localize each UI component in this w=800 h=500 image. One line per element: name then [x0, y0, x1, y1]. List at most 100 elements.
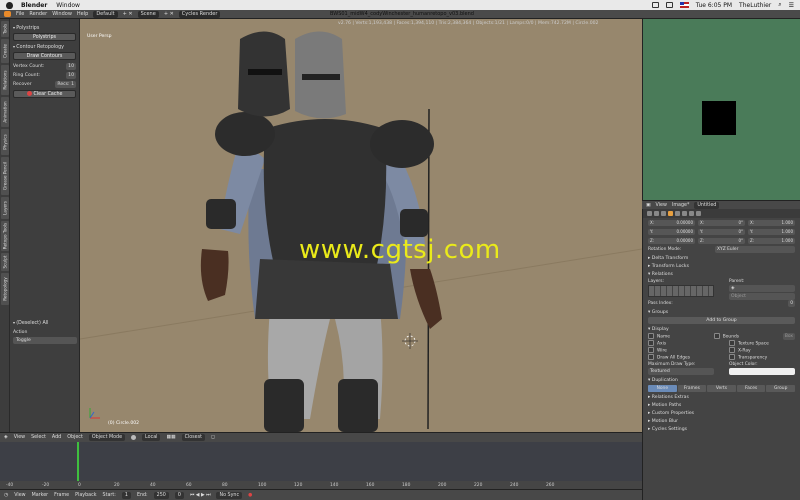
vh-menu-view[interactable]: View	[14, 435, 25, 440]
operator-section[interactable]: (Deselect) All	[13, 320, 77, 326]
tab-grease-pencil[interactable]: Grease Pencil	[1, 157, 9, 195]
location-y[interactable]: Y: 0.00000	[648, 229, 695, 235]
name-checkbox[interactable]: Name	[648, 333, 670, 340]
pivot-selector[interactable]: Local	[142, 434, 161, 441]
contour-retopology-section[interactable]: Contour Retopology	[13, 44, 76, 50]
action-select[interactable]: Toggle	[13, 337, 77, 344]
dup-group-button[interactable]: Group	[766, 385, 795, 392]
dup-none-button[interactable]: None	[648, 385, 677, 392]
relations-section[interactable]: Relations	[648, 272, 795, 277]
tab-retopo-tools[interactable]: Retopo Tools	[1, 221, 9, 251]
us-flag-icon[interactable]	[679, 2, 689, 8]
vh-menu-add[interactable]: Add	[52, 435, 61, 440]
render-icon[interactable]: ◻	[211, 435, 215, 440]
current-frame-field[interactable]: 0	[174, 491, 184, 499]
parent-field[interactable]: ◈	[729, 285, 795, 292]
cycles-settings-section[interactable]: Cycles Settings	[648, 427, 795, 432]
constraints-tab-icon[interactable]	[675, 211, 680, 216]
scene-tab-icon[interactable]	[654, 211, 659, 216]
parent-type-field[interactable]: Object	[729, 293, 795, 300]
image-name-field[interactable]: Untitled	[694, 201, 720, 209]
th-menu-marker[interactable]: Marker	[32, 493, 49, 498]
modifiers-tab-icon[interactable]	[682, 211, 687, 216]
layer-buttons[interactable]: ▦▦	[166, 435, 175, 440]
blender-logo-icon[interactable]	[4, 11, 11, 17]
menu-file[interactable]: File	[16, 11, 24, 17]
pass-index-field[interactable]: 0	[788, 300, 795, 307]
wire-checkbox[interactable]: Wire	[648, 347, 667, 354]
search-icon[interactable]: ⌕	[778, 1, 781, 9]
end-field[interactable]: 250	[153, 491, 169, 499]
tab-retopology[interactable]: Retopology	[1, 273, 9, 305]
world-tab-icon[interactable]	[661, 211, 666, 216]
layout-selector[interactable]: Default	[93, 10, 118, 18]
rotation-x[interactable]: X: 0°	[698, 220, 745, 226]
playback-controls-icon[interactable]: ⏮ ◀ ▶ ⏭	[190, 492, 211, 498]
dup-verts-button[interactable]: Verts	[707, 385, 736, 392]
transparency-checkbox[interactable]: Transparency	[729, 354, 795, 361]
start-field[interactable]: 1	[121, 491, 131, 499]
menu-help[interactable]: Help	[77, 11, 88, 17]
vh-menu-select[interactable]: Select	[31, 435, 46, 440]
wifi-icon[interactable]	[665, 2, 673, 8]
scene-selector[interactable]: Scene	[137, 10, 159, 18]
menu-blender[interactable]: Blender	[21, 2, 47, 9]
transform-locks-section[interactable]: Transform Locks	[648, 264, 795, 269]
max-draw-type-select[interactable]: Textured	[648, 368, 714, 375]
object-tab-icon[interactable]	[668, 211, 673, 216]
object-color-swatch[interactable]	[729, 368, 795, 375]
th-menu-frame[interactable]: Frame	[54, 493, 69, 498]
vertex-count-field[interactable]: 10	[66, 62, 76, 70]
xray-checkbox[interactable]: X-Ray	[729, 347, 795, 354]
menu-list-icon[interactable]: ☰	[789, 2, 794, 9]
timeline-editor-icon[interactable]: ◷	[4, 493, 8, 498]
clear-cache-button[interactable]: Clear Cache	[13, 90, 76, 98]
scale-x[interactable]: X: 1.000	[748, 220, 795, 226]
display-section[interactable]: Display	[648, 327, 795, 332]
mode-selector[interactable]: Object Mode	[88, 434, 126, 441]
bounds-checkbox[interactable]: Bounds	[714, 333, 739, 340]
apple-icon[interactable]	[6, 1, 13, 9]
record-icon[interactable]: ●	[248, 493, 252, 498]
layout-add-icon[interactable]: + ✕	[123, 11, 133, 17]
relations-extras-section[interactable]: Relations Extras	[648, 395, 795, 400]
groups-section[interactable]: Groups	[648, 310, 795, 315]
tab-layers[interactable]: Layers	[1, 197, 9, 219]
3d-viewport[interactable]: User Persp (0) Circle.002 www.cgtsj.com	[80, 19, 642, 432]
recover-field[interactable]: Recs: 1	[55, 80, 76, 88]
timeline-area[interactable]: -40 -20 0 20 40 60 80 100 120 140 160 18…	[0, 442, 642, 489]
dup-frames-button[interactable]: Frames	[677, 385, 707, 392]
tab-sculpt[interactable]: Sculpt	[1, 253, 9, 271]
menu-window[interactable]: Window	[56, 2, 80, 9]
axis-checkbox[interactable]: Axis	[648, 340, 666, 347]
th-menu-view[interactable]: View	[14, 493, 25, 498]
rotation-mode-select[interactable]: XYZ Euler	[715, 246, 795, 253]
add-to-group-button[interactable]: Add to Group	[648, 317, 795, 324]
rotation-z[interactable]: Z: 0°	[698, 238, 745, 244]
render-tab-icon[interactable]	[647, 211, 652, 216]
scale-z[interactable]: Z: 1.000	[748, 238, 795, 244]
user-name[interactable]: TheLuthier	[739, 2, 771, 9]
snap-target-selector[interactable]: Closest	[181, 434, 206, 441]
menu-render[interactable]: Render	[29, 11, 47, 17]
tab-relations[interactable]: Relations	[1, 65, 9, 95]
data-tab-icon[interactable]	[689, 211, 694, 216]
motion-blur-section[interactable]: Motion Blur	[648, 419, 795, 424]
image-editor-icon[interactable]: ▣	[646, 203, 651, 208]
tab-tools[interactable]: Tools	[1, 21, 9, 37]
custom-properties-section[interactable]: Custom Properties	[648, 411, 795, 416]
layers-grid[interactable]	[648, 285, 714, 297]
dup-faces-button[interactable]: Faces	[736, 385, 766, 392]
ih-menu-view[interactable]: View	[656, 203, 667, 208]
draw-contours-button[interactable]: Draw Contours	[13, 52, 76, 60]
tab-animation[interactable]: Animation	[1, 97, 9, 127]
duplication-section[interactable]: Duplication	[648, 378, 795, 383]
polystrips-section[interactable]: Polystrips	[13, 25, 76, 31]
polystrips-button[interactable]: Polystrips	[13, 33, 76, 41]
material-tab-icon[interactable]	[696, 211, 701, 216]
scene-add-icon[interactable]: + ✕	[164, 11, 174, 17]
shading-icon[interactable]	[131, 435, 137, 440]
rotation-y[interactable]: Y: 0°	[698, 229, 745, 235]
th-menu-playback[interactable]: Playback	[75, 493, 96, 498]
tab-physics[interactable]: Physics	[1, 129, 9, 155]
